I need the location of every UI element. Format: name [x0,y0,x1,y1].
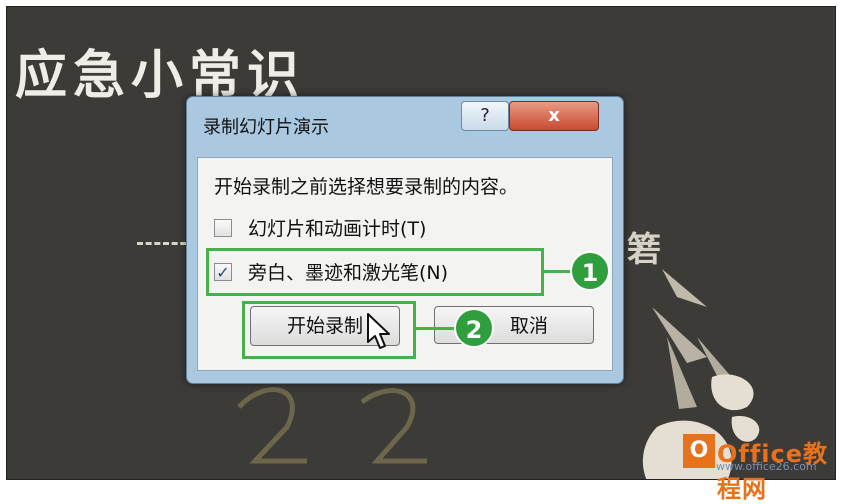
mouse-cursor-icon [367,313,390,349]
close-button[interactable]: x [509,101,599,131]
help-button[interactable]: ? [461,101,509,131]
watermark-url: www.office26.com [716,460,817,473]
slide-timing-checkbox[interactable] [214,218,232,237]
slide-timing-label: 幻灯片和动画计时(T) [248,218,427,240]
dialog-prompt: 开始录制之前选择想要录制的内容。 [214,176,519,198]
dialog-title: 录制幻灯片演示 [203,117,329,138]
watermark-logo: O [683,434,715,468]
highlight-box-narration [206,248,544,296]
step-badge-1: 1 [570,251,610,291]
connector-line-1 [544,270,572,273]
connector-line-2 [416,327,456,330]
option-slide-timing[interactable]: 幻灯片和动画计时(T) [214,214,426,241]
step-badge-2: 2 [454,308,494,348]
